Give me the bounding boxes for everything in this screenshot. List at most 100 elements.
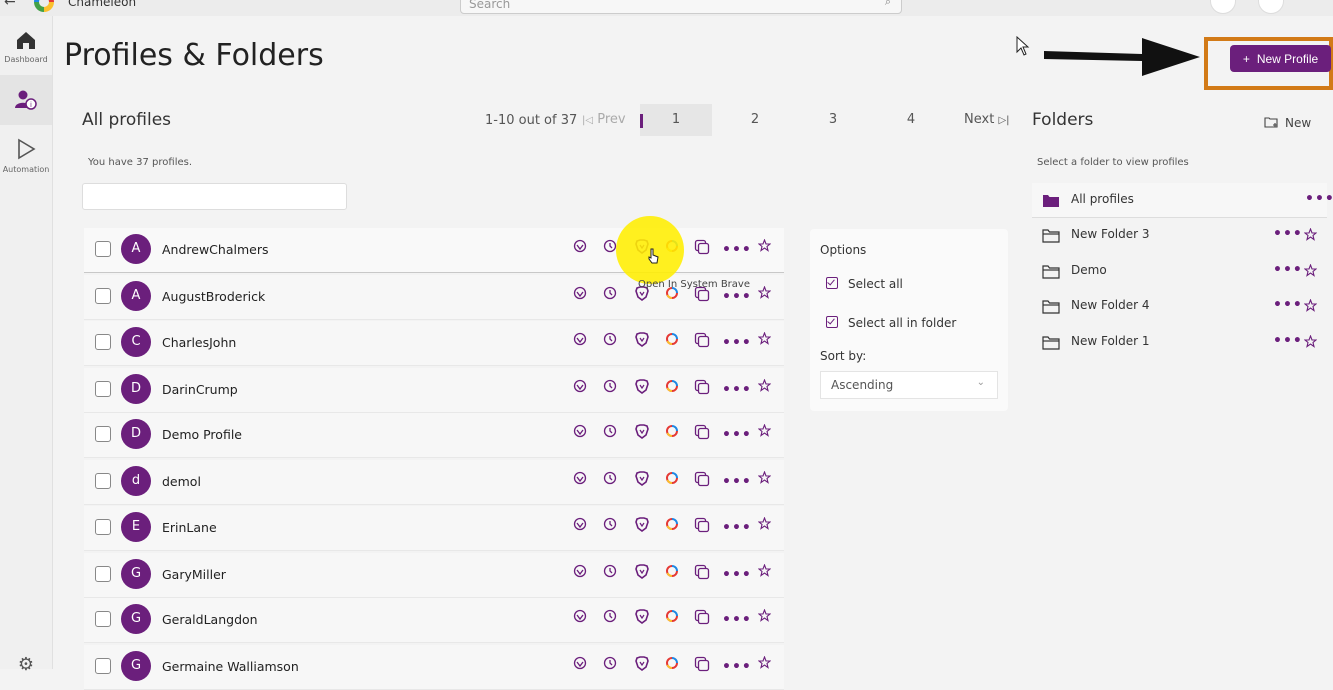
copy-icon[interactable] (692, 517, 712, 537)
profile-row[interactable]: C CharlesJohn ••• (84, 321, 784, 366)
folder-star-icon[interactable] (1303, 333, 1318, 352)
user-avatar[interactable] (1210, 0, 1236, 14)
folder-more-icon[interactable]: ••• (1305, 191, 1333, 207)
clock-icon[interactable] (600, 332, 620, 352)
sidebar-item-dashboard[interactable]: Dashboard (0, 30, 52, 64)
star-icon[interactable] (754, 332, 774, 352)
chameleon-icon[interactable] (570, 609, 590, 629)
profile-row[interactable]: D DarinCrump ••• (84, 368, 784, 413)
more-icon[interactable]: ••• (722, 609, 751, 629)
row-checkbox[interactable] (95, 426, 111, 442)
profile-name[interactable]: Demo Profile (162, 427, 242, 442)
chameleon-icon[interactable] (570, 239, 590, 259)
more-icon[interactable]: ••• (722, 471, 751, 491)
copy-icon[interactable] (692, 471, 712, 491)
folder-item[interactable]: New Folder 3 ••• (1032, 218, 1327, 252)
clock-icon[interactable] (600, 656, 620, 676)
chameleon-icon[interactable] (570, 564, 590, 584)
more-icon[interactable]: ••• (722, 424, 751, 444)
star-icon[interactable] (754, 656, 774, 676)
profile-row[interactable]: G GeraldLangdon ••• (84, 598, 784, 643)
folder-star-icon[interactable] (1303, 297, 1318, 316)
profile-name[interactable]: Germaine Walliamson (162, 659, 299, 674)
sidebar-item-settings[interactable]: ⚙ (0, 654, 52, 675)
sort-select[interactable]: Ascending ⌄ (820, 371, 998, 399)
clock-icon[interactable] (600, 286, 620, 306)
page-button-2[interactable]: 2 (719, 104, 791, 136)
star-icon[interactable] (754, 564, 774, 584)
row-checkbox[interactable] (95, 519, 111, 535)
copy-icon[interactable] (692, 609, 712, 629)
clock-icon[interactable] (600, 564, 620, 584)
row-checkbox[interactable] (95, 381, 111, 397)
profile-row[interactable]: G GaryMiller ••• (84, 553, 784, 598)
star-icon[interactable] (754, 286, 774, 306)
clock-icon[interactable] (600, 517, 620, 537)
brave-icon[interactable] (632, 564, 652, 584)
copy-icon[interactable] (692, 656, 712, 676)
chameleon-icon[interactable] (570, 517, 590, 537)
chrome-icon[interactable] (662, 471, 682, 491)
brave-icon[interactable] (632, 471, 652, 491)
select-all-in-folder-option[interactable]: Select all in folder (826, 316, 956, 330)
more-icon[interactable]: ••• (722, 517, 751, 537)
row-checkbox[interactable] (95, 241, 111, 257)
copy-icon[interactable] (692, 424, 712, 444)
star-icon[interactable] (754, 471, 774, 491)
profile-name[interactable]: GeraldLangdon (162, 612, 258, 627)
more-icon[interactable]: ••• (722, 379, 751, 399)
folder-star-icon[interactable] (1303, 262, 1318, 281)
star-icon[interactable] (754, 239, 774, 259)
clock-icon[interactable] (600, 471, 620, 491)
sidebar-item-profiles[interactable]: i (0, 75, 52, 125)
chameleon-icon[interactable] (570, 656, 590, 676)
clock-icon[interactable] (600, 379, 620, 399)
page-button-3[interactable]: 3 (797, 104, 869, 136)
profile-search-input[interactable] (82, 183, 347, 210)
more-icon[interactable]: ••• (722, 332, 751, 352)
star-icon[interactable] (754, 379, 774, 399)
back-arrow-icon[interactable]: ← (4, 0, 16, 10)
row-checkbox[interactable] (95, 566, 111, 582)
sidebar-item-automation[interactable]: Automation (0, 138, 52, 174)
settings-avatar[interactable] (1258, 0, 1284, 14)
more-icon[interactable]: ••• (722, 239, 751, 259)
profile-name[interactable]: ErinLane (162, 520, 217, 535)
copy-icon[interactable] (692, 239, 712, 259)
clock-icon[interactable] (600, 424, 620, 444)
more-icon[interactable]: ••• (722, 656, 751, 676)
folder-star-icon[interactable] (1303, 226, 1318, 245)
brave-icon[interactable] (632, 424, 652, 444)
folder-item[interactable]: All profiles ••• (1032, 183, 1333, 218)
star-icon[interactable] (754, 517, 774, 537)
brave-icon[interactable] (632, 332, 652, 352)
profile-name[interactable]: DarinCrump (162, 382, 238, 397)
copy-icon[interactable] (692, 379, 712, 399)
star-icon[interactable] (754, 609, 774, 629)
profile-name[interactable]: demol (162, 474, 201, 489)
global-search-input[interactable]: Search ⌕ (460, 0, 902, 14)
folder-item[interactable]: Demo ••• (1032, 254, 1327, 288)
profile-row[interactable]: G Germaine Walliamson ••• (84, 645, 784, 690)
profile-name[interactable]: AugustBroderick (162, 289, 265, 304)
star-icon[interactable] (754, 424, 774, 444)
page-button-4[interactable]: 4 (875, 104, 947, 136)
folder-more-icon[interactable]: ••• (1273, 262, 1303, 278)
profile-row[interactable]: E ErinLane ••• (84, 506, 784, 551)
clock-icon[interactable] (600, 609, 620, 629)
folder-item[interactable]: New Folder 1 ••• (1032, 325, 1327, 359)
profile-name[interactable]: CharlesJohn (162, 335, 236, 350)
chameleon-icon[interactable] (570, 424, 590, 444)
row-checkbox[interactable] (95, 658, 111, 674)
chameleon-icon[interactable] (570, 471, 590, 491)
profile-name[interactable]: AndrewChalmers (162, 242, 269, 257)
chameleon-icon[interactable] (570, 379, 590, 399)
brave-icon[interactable] (632, 379, 652, 399)
row-checkbox[interactable] (95, 473, 111, 489)
profile-row[interactable]: d demol ••• (84, 460, 784, 505)
chrome-icon[interactable] (662, 609, 682, 629)
chameleon-icon[interactable] (570, 332, 590, 352)
brave-icon[interactable] (632, 609, 652, 629)
new-folder-button[interactable]: New (1264, 116, 1311, 130)
new-profile-button[interactable]: + New Profile (1230, 45, 1331, 72)
